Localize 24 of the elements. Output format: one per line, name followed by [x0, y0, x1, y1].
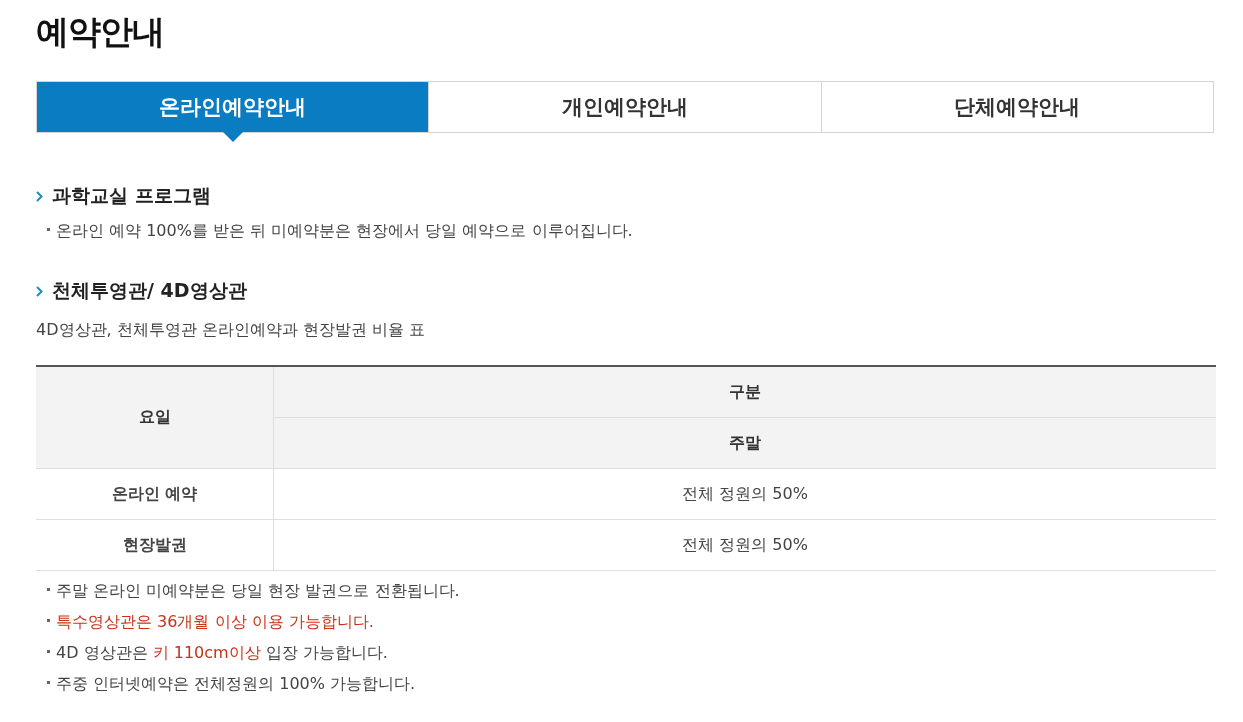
header-cell: 주말 — [273, 417, 1216, 469]
note-text: 주말 온라인 미예약분은 당일 현장 발권으로 전환됩니다. — [56, 581, 460, 602]
section-heading: 천체투영관/ 4D영상관 — [52, 278, 247, 303]
bullet-icon — [47, 588, 50, 591]
table-caption: 4D영상관, 천체투영관 온라인예약과 현장발권 비율 표 — [36, 320, 426, 341]
table-cell: 현장발권 — [36, 519, 274, 571]
note-text: 특수영상관은 36개월 이상 이용 가능합니다. — [56, 612, 374, 633]
table-cell: 온라인 예약 — [36, 468, 274, 520]
note-text: 주중 인터넷예약은 전체정원의 100% 가능합니다. — [56, 674, 416, 695]
header-cell: 요일 — [36, 366, 274, 469]
section-heading: 과학교실 프로그램 — [52, 183, 211, 208]
page-title: 예약안내 — [36, 11, 165, 53]
bullet-icon — [47, 650, 50, 653]
chevron-icon — [36, 285, 43, 297]
note-text: 4D 영상관은 키 110cm이상 입장 가능합니다. — [56, 643, 388, 664]
pointer-icon — [222, 132, 243, 142]
bullet-icon — [47, 681, 50, 684]
header-cell: 구분 — [273, 366, 1216, 418]
table-cell: 전체 정원의 50% — [273, 519, 1216, 571]
table-cell: 전체 정원의 50% — [273, 468, 1216, 520]
bullet-icon — [47, 228, 50, 231]
chevron-icon — [36, 190, 43, 202]
info-text: 온라인 예약 100%를 받은 뒤 미예약분은 현장에서 당일 예약으로 이루어집니다. — [56, 221, 633, 242]
bullet-icon — [47, 619, 50, 622]
